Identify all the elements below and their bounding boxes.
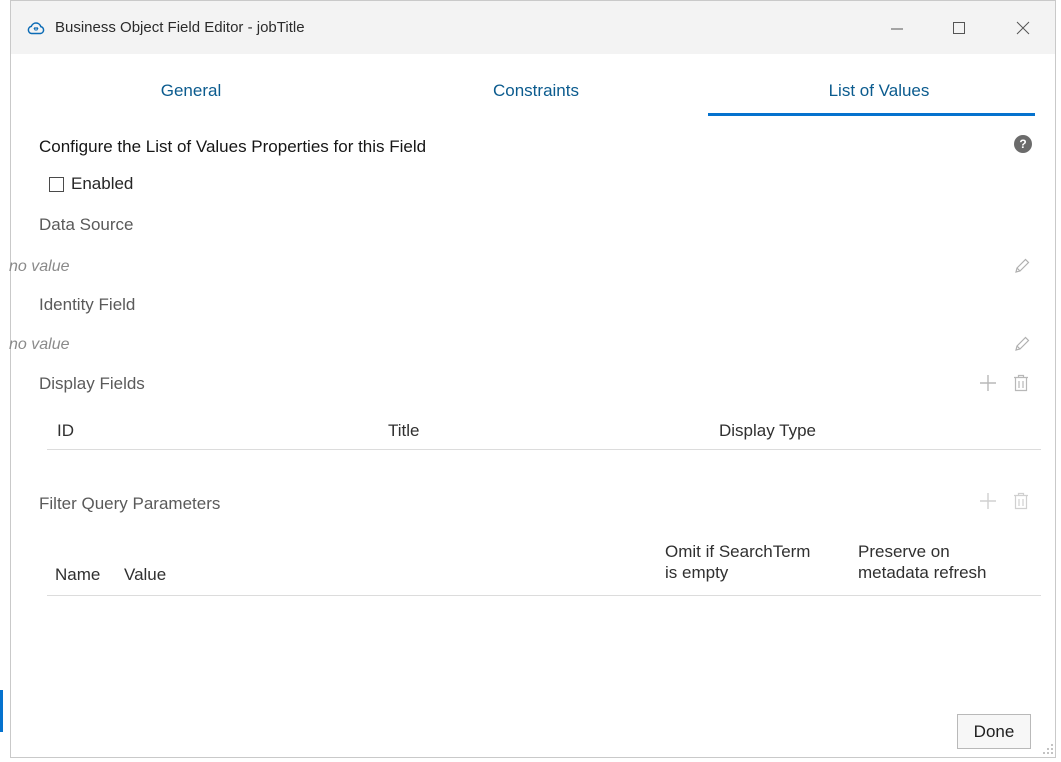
delete-display-field-trash-icon[interactable] xyxy=(1013,374,1029,392)
edit-data-source-pencil-icon[interactable] xyxy=(1013,257,1031,275)
data-source-value: no value xyxy=(9,258,70,275)
add-display-field-plus-icon[interactable] xyxy=(979,374,997,392)
resize-grip-icon[interactable] xyxy=(1042,743,1054,755)
minimize-icon xyxy=(891,28,903,30)
filter-col-omit-line1: Omit if SearchTerm xyxy=(665,542,811,561)
background-window-edge xyxy=(0,690,3,732)
tab-constraints[interactable]: Constraints xyxy=(366,81,706,101)
tab-list-of-values[interactable]: List of Values xyxy=(709,81,1049,101)
cloud-app-icon xyxy=(27,22,45,35)
data-source-label: Data Source xyxy=(39,215,134,234)
display-fields-col-title: Title xyxy=(388,421,420,440)
dialog-window: Business Object Field Editor - jobTitle … xyxy=(9,0,1056,758)
filter-query-parameters-label: Filter Query Parameters xyxy=(39,494,221,513)
active-tab-indicator xyxy=(708,113,1035,116)
filter-col-preserve-on-refresh: Preserve on metadata refresh xyxy=(858,541,987,583)
close-button[interactable] xyxy=(1003,15,1043,41)
display-fields-col-display-type: Display Type xyxy=(719,421,817,440)
edit-identity-field-pencil-icon[interactable] xyxy=(1013,335,1031,353)
section-heading: Configure the List of Values Properties … xyxy=(39,137,427,156)
add-filter-parameter-plus-icon[interactable] xyxy=(979,492,997,510)
close-icon xyxy=(1016,21,1030,35)
minimize-button[interactable] xyxy=(877,15,917,41)
title-bar: Business Object Field Editor - jobTitle xyxy=(11,1,1055,54)
tab-general[interactable]: General xyxy=(21,81,361,101)
display-fields-col-id: ID xyxy=(57,421,74,440)
done-button[interactable]: Done xyxy=(957,714,1031,749)
identity-field-value: no value xyxy=(9,336,70,353)
display-fields-divider xyxy=(47,449,1041,450)
tab-bar: General Constraints List of Values xyxy=(11,81,1055,117)
filter-col-omit-if-empty: Omit if SearchTerm is empty xyxy=(665,541,810,583)
window-title: Business Object Field Editor - jobTitle xyxy=(55,19,305,36)
filter-col-omit-line2: is empty xyxy=(665,563,729,582)
maximize-button[interactable] xyxy=(939,15,979,41)
filter-col-name: Name xyxy=(55,565,101,584)
enabled-checkbox[interactable] xyxy=(49,176,64,192)
filter-col-preserve-line1: Preserve on xyxy=(858,542,950,561)
identity-field-label: Identity Field xyxy=(39,295,136,314)
filter-query-divider xyxy=(47,595,1041,596)
enabled-label: Enabled xyxy=(71,174,134,193)
enabled-checkbox-row[interactable]: Enabled xyxy=(49,174,133,194)
delete-filter-parameter-trash-icon[interactable] xyxy=(1013,492,1029,510)
filter-col-preserve-line2: metadata refresh xyxy=(858,563,987,582)
maximize-icon xyxy=(953,22,965,34)
help-icon[interactable]: ? xyxy=(1014,135,1032,153)
filter-col-value: Value xyxy=(124,565,167,584)
display-fields-label: Display Fields xyxy=(39,374,145,393)
